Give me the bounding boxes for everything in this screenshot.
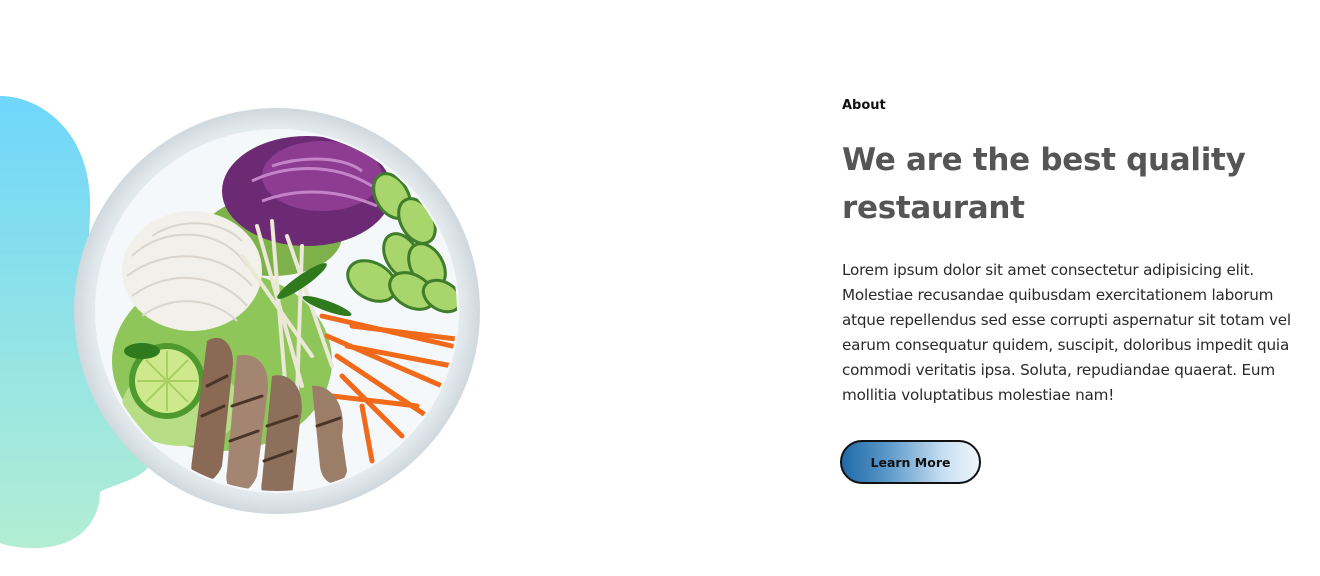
section-eyebrow: About <box>842 98 886 113</box>
section-heading: We are the best quality restaurant <box>842 142 1246 226</box>
about-content: About We are the best quality restaurant… <box>840 96 1312 484</box>
learn-more-button[interactable]: Learn More <box>840 440 981 484</box>
food-bowl-image <box>74 108 480 514</box>
section-description: Lorem ipsum dolor sit amet consectetur a… <box>842 261 1291 404</box>
about-section: About We are the best quality restaurant… <box>0 0 1320 576</box>
